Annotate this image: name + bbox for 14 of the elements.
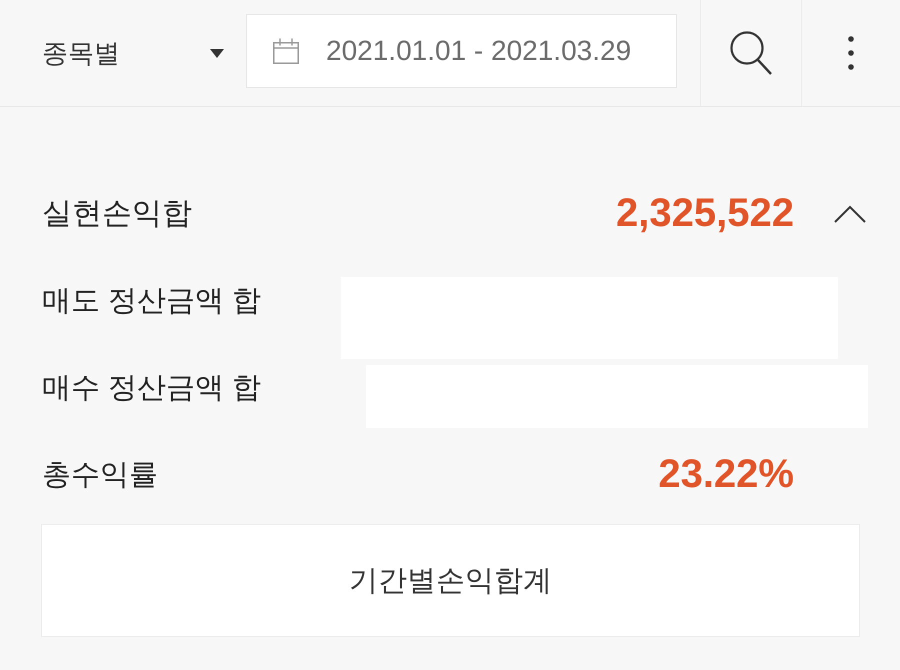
chevron-up-icon[interactable] (834, 204, 866, 222)
date-range-field[interactable]: 2021.01.01 - 2021.03.29 (246, 14, 677, 88)
row-value: 23.22% (658, 452, 794, 497)
row-label: 매수 정산금액 합 (42, 370, 262, 406)
search-icon (730, 31, 772, 75)
calendar-icon (273, 38, 299, 64)
summary-value: 2,325,522 (616, 191, 794, 236)
row-label: 매도 정산금액 합 (42, 284, 262, 318)
summary-title: 실현손익합 (42, 196, 192, 232)
more-icon (848, 36, 854, 70)
row-label: 총수익률 (42, 458, 158, 492)
caret-down-icon (210, 48, 224, 58)
period-total-button[interactable]: 기간별손익합계 (41, 524, 860, 637)
filter-dropdown[interactable]: 종목별 (0, 19, 234, 87)
